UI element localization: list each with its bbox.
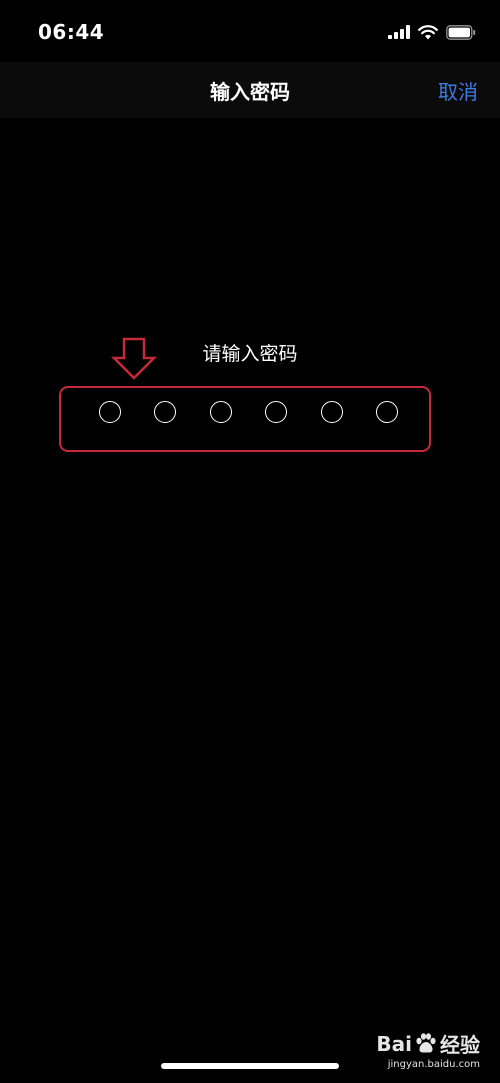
home-indicator[interactable] <box>161 1063 339 1069</box>
pin-digit-6[interactable] <box>376 401 398 423</box>
wifi-icon <box>418 24 438 39</box>
page-title: 输入密码 <box>210 80 290 104</box>
watermark-logo: Bai 经验 <box>376 1029 480 1058</box>
status-time: 06:44 <box>38 20 105 44</box>
signal-icon <box>388 25 410 39</box>
nav-bar: 输入密码 取消 <box>0 62 500 118</box>
pin-digit-2[interactable] <box>154 401 176 423</box>
pin-input[interactable] <box>0 0 500 1083</box>
watermark-url: jingyan.baidu.com <box>387 1059 480 1070</box>
pin-prompt-label: 请输入密码 <box>202 343 298 365</box>
status-bar: 06:44 <box>0 0 500 62</box>
battery-icon <box>446 24 476 40</box>
pin-digit-3[interactable] <box>210 401 232 423</box>
pin-digit-5[interactable] <box>321 401 343 423</box>
paw-icon <box>416 1032 436 1053</box>
watermark-brand: Bai <box>376 1031 412 1056</box>
pin-prompt: 请输入密码 <box>0 339 500 366</box>
watermark: Bai 经验 jingyan.baidu.com <box>376 1029 480 1071</box>
cancel-button[interactable]: 取消 <box>438 76 478 105</box>
pin-digit-4[interactable] <box>265 401 287 423</box>
arrow-down-icon <box>110 337 158 380</box>
status-icons <box>388 22 476 42</box>
watermark-brand-suffix: 经验 <box>440 1033 480 1057</box>
pin-digit-1[interactable] <box>99 401 121 423</box>
